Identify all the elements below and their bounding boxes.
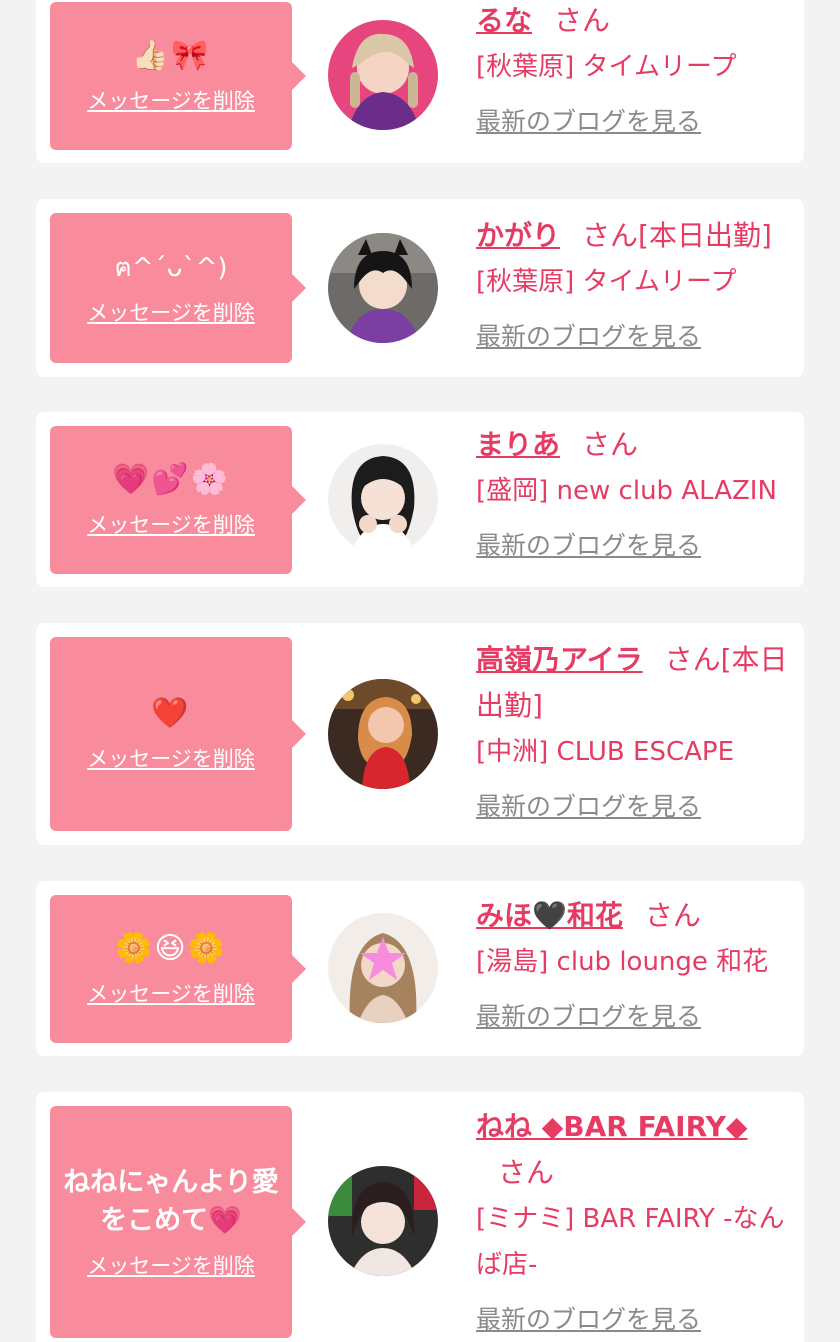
cast-name-line: るな さん [476, 0, 790, 44]
cast-name-link[interactable]: るな [476, 4, 532, 37]
delete-message-link[interactable]: メッセージを削除 [87, 1250, 255, 1280]
avatar[interactable] [328, 1166, 438, 1276]
avatar-photo [328, 913, 438, 1023]
avatar[interactable] [328, 444, 438, 554]
favorite-cast-list: 👍🏻🎀 メッセージを削除 るな さん [秋葉原] タイムリープ 最新のブログを見る… [0, 0, 840, 1342]
message-bubble: ねねにゃんより愛をこめて💗 メッセージを削除 [50, 1106, 306, 1338]
cast-name-line: まりあ さん [476, 422, 790, 468]
cast-name-link[interactable]: 高嶺乃アイラ [476, 643, 643, 676]
favorite-card: ねねにゃんより愛をこめて💗 メッセージを削除 ねね ◆BAR FAIRY◆さん … [36, 1092, 804, 1342]
latest-blog-link[interactable]: 最新のブログを見る [476, 997, 701, 1033]
message-bubble: 🌼😆🌼 メッセージを削除 [50, 895, 306, 1043]
avatar-photo [328, 444, 438, 554]
latest-blog-link[interactable]: 最新のブログを見る [476, 526, 701, 562]
avatar[interactable] [328, 679, 438, 789]
latest-blog-link[interactable]: 最新のブログを見る [476, 1300, 701, 1336]
delete-message-link[interactable]: メッセージを削除 [87, 509, 255, 539]
message-bubble: 👍🏻🎀 メッセージを削除 [50, 2, 306, 150]
message-text: 👍🏻🎀 [131, 38, 211, 73]
cast-name-line: みほ🖤和花 さん [476, 893, 790, 939]
cast-name-line: ねね ◆BAR FAIRY◆ さん [476, 1104, 790, 1196]
store-name: [中洲] CLUB ESCAPE [476, 737, 735, 767]
avatar[interactable] [328, 233, 438, 343]
honorific: さん [582, 428, 639, 461]
attendance-status: [本日出勤] [638, 219, 772, 252]
avatar-photo [328, 20, 438, 130]
latest-blog-link[interactable]: 最新のブログを見る [476, 787, 701, 823]
store-name: [秋葉原] タイムリープ [476, 267, 737, 297]
message-bubble: 💗💕🌸 メッセージを削除 [50, 426, 306, 574]
delete-message-link[interactable]: メッセージを削除 [87, 85, 255, 115]
favorite-card: ❤️ メッセージを削除 高嶺乃アイラ さん[本日出勤] [中洲] CLUB ESC… [36, 623, 804, 845]
delete-message-link[interactable]: メッセージを削除 [87, 297, 255, 327]
avatar-photo [328, 233, 438, 343]
store-name: [秋葉原] タイムリープ [476, 52, 737, 82]
avatar[interactable] [328, 913, 438, 1023]
store-name: [ミナミ] BAR FAIRY -なんば店- [476, 1204, 785, 1280]
honorific: さん [644, 899, 701, 932]
cast-name-link[interactable]: ねね ◆BAR FAIRY◆ [476, 1110, 747, 1143]
message-bubble: ❤️ メッセージを削除 [50, 637, 306, 831]
avatar[interactable] [328, 20, 438, 130]
message-text: 🌼😆🌼 [115, 931, 227, 966]
message-bubble: ฅ^ˊᴗˋ^) メッセージを削除 [50, 213, 306, 363]
latest-blog-link[interactable]: 最新のブログを見る [476, 317, 701, 353]
delete-message-link[interactable]: メッセージを削除 [87, 743, 255, 773]
honorific: さん [582, 219, 639, 252]
delete-message-link[interactable]: メッセージを削除 [87, 978, 255, 1008]
cast-name-link[interactable]: かがり [476, 219, 560, 252]
honorific: さん [664, 643, 721, 676]
cast-name-line: 高嶺乃アイラ さん[本日出勤] [476, 637, 790, 729]
favorite-card: ฅ^ˊᴗˋ^) メッセージを削除 かがり さん[本日出勤] [秋葉原] タイムリー… [36, 199, 804, 377]
cast-name-link[interactable]: まりあ [476, 428, 560, 461]
avatar-photo [328, 679, 438, 789]
cast-name-link[interactable]: みほ🖤和花 [476, 899, 623, 932]
latest-blog-link[interactable]: 最新のブログを見る [476, 102, 701, 138]
store-name: [盛岡] new club ALAZIN [476, 476, 777, 506]
message-text: ฅ^ˊᴗˋ^) [114, 253, 228, 283]
message-text: 💗💕🌸 [111, 462, 231, 497]
honorific: さん [554, 4, 611, 37]
store-name: [湯島] club lounge 和花 [476, 947, 769, 977]
avatar-photo [328, 1166, 438, 1276]
favorite-card: 👍🏻🎀 メッセージを削除 るな さん [秋葉原] タイムリープ 最新のブログを見る [36, 0, 804, 163]
favorite-card: 💗💕🌸 メッセージを削除 まりあ さん [盛岡] new club ALAZIN … [36, 412, 804, 587]
message-text: ❤️ [151, 696, 191, 731]
message-text: ねねにゃんより愛をこめて💗 [63, 1167, 279, 1236]
favorite-card: 🌼😆🌼 メッセージを削除 みほ🖤和花 さん [湯島] club lounge 和花… [36, 881, 804, 1056]
cast-name-line: かがり さん[本日出勤] [476, 213, 790, 259]
honorific: さん [498, 1156, 555, 1189]
